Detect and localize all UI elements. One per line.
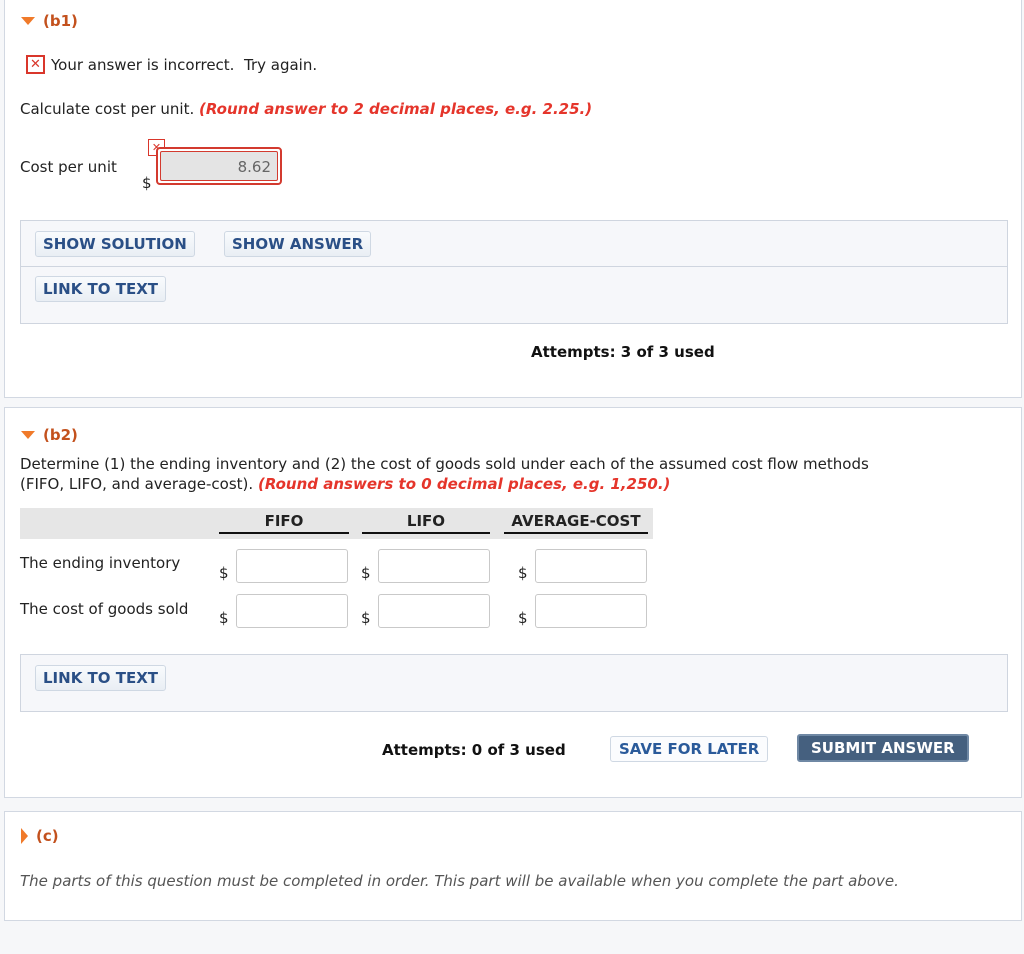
b2-attempts: Attempts: 0 of 3 used xyxy=(382,741,566,759)
collapse-triangle-icon[interactable] xyxy=(21,431,35,439)
show-answer-button[interactable]: SHOW ANSWER xyxy=(224,231,372,257)
collapse-triangle-icon[interactable] xyxy=(21,17,35,25)
part-b2-panel: (b2) Determine (1) the ending inventory … xyxy=(4,407,1022,798)
part-b2-header[interactable]: (b2) xyxy=(21,426,78,444)
fifo-cogs-input[interactable] xyxy=(236,594,348,628)
fifo-ending-inventory-input[interactable] xyxy=(236,549,348,583)
link-to-text-button[interactable]: LINK TO TEXT xyxy=(35,665,167,691)
part-b1-panel: (b1) ✕ Your answer is incorrect. Try aga… xyxy=(4,0,1022,398)
row-label-ending-inventory: The ending inventory xyxy=(20,554,181,572)
expand-triangle-icon xyxy=(21,828,28,844)
part-c-panel: (c) The parts of this question must be c… xyxy=(4,811,1022,921)
currency-symbol: $ xyxy=(142,174,152,192)
b1-attempts: Attempts: 3 of 3 used xyxy=(531,343,715,361)
currency-symbol: $ xyxy=(361,609,371,627)
lifo-ending-inventory-input[interactable] xyxy=(378,549,490,583)
cost-per-unit-label: Cost per unit xyxy=(20,158,117,176)
cost-per-unit-value[interactable]: 8.62 xyxy=(160,151,278,181)
b2-instruction-line1: Determine (1) the ending inventory and (… xyxy=(20,455,869,473)
b2-instruction-line2: (FIFO, LIFO, and average-cost). xyxy=(20,475,254,493)
part-b2-label: (b2) xyxy=(43,426,78,444)
currency-symbol: $ xyxy=(361,564,371,582)
b1-instruction: Calculate cost per unit. (Round answer t… xyxy=(20,100,592,118)
part-c-header: (c) xyxy=(21,827,59,845)
cost-per-unit-input[interactable]: 8.62 xyxy=(156,147,282,185)
feedback-message: ✕ Your answer is incorrect. Try again. xyxy=(26,55,317,74)
part-c-locked-note: The parts of this question must be compl… xyxy=(20,872,899,890)
b1-instruction-text: Calculate cost per unit. xyxy=(20,100,195,118)
row-label-cost-of-goods-sold: The cost of goods sold xyxy=(20,600,189,618)
save-for-later-button[interactable]: SAVE FOR LATER xyxy=(610,736,769,762)
submit-answer-button[interactable]: SUBMIT ANSWER xyxy=(797,734,969,762)
feedback-text: Your answer is incorrect. Try again. xyxy=(51,55,318,74)
lifo-cogs-input[interactable] xyxy=(378,594,490,628)
part-b1-header[interactable]: (b1) xyxy=(21,12,78,30)
average-cost-cogs-input[interactable] xyxy=(535,594,647,628)
column-header-lifo: LIFO xyxy=(362,512,490,534)
currency-symbol: $ xyxy=(518,564,528,582)
currency-symbol: $ xyxy=(518,609,528,627)
part-b1-label: (b1) xyxy=(43,12,78,30)
column-header-average-cost: AVERAGE-COST xyxy=(504,512,648,534)
currency-symbol: $ xyxy=(219,564,229,582)
show-solution-button[interactable]: SHOW SOLUTION xyxy=(35,231,195,257)
b1-button-area: SHOW SOLUTION SHOW ANSWER LINK TO TEXT xyxy=(20,220,1008,324)
part-c-label: (c) xyxy=(36,827,59,845)
b2-rounding-hint: (Round answers to 0 decimal places, e.g.… xyxy=(257,475,671,493)
link-to-text-button[interactable]: LINK TO TEXT xyxy=(35,276,167,302)
b2-button-area: LINK TO TEXT xyxy=(20,654,1008,712)
currency-symbol: $ xyxy=(219,609,229,627)
b1-rounding-hint: (Round answer to 2 decimal places, e.g. … xyxy=(199,100,593,118)
incorrect-x-icon: ✕ xyxy=(26,55,45,74)
average-cost-ending-inventory-input[interactable] xyxy=(535,549,647,583)
divider xyxy=(21,266,1007,267)
b2-instruction: Determine (1) the ending inventory and (… xyxy=(20,454,869,494)
column-header-fifo: FIFO xyxy=(219,512,349,534)
